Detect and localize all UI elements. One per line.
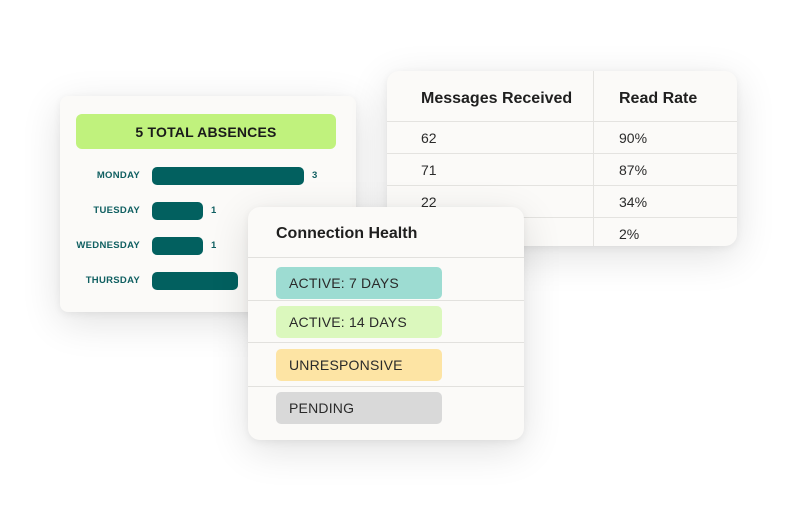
absence-bar — [152, 202, 203, 220]
day-label: WEDNESDAY — [76, 240, 140, 251]
status-pill-unresponsive[interactable]: UNRESPONSIVE — [276, 349, 442, 381]
divider — [248, 386, 524, 387]
stage: 5 TOTAL ABSENCES MONDAY 3 TUESDAY 1 WEDNESDA… — [0, 0, 800, 515]
absence-count: 1 — [211, 240, 217, 251]
table-row: 71 87% — [387, 154, 737, 186]
status-pill-pending[interactable]: PENDING — [276, 392, 442, 424]
absence-count: 1 — [211, 205, 217, 216]
messages-received-cell: 71 — [387, 154, 594, 185]
table-row: 62 90% — [387, 122, 737, 154]
bar-row-monday: MONDAY 3 — [60, 167, 356, 187]
total-absences-banner: 5 TOTAL ABSENCES — [76, 114, 336, 149]
divider — [248, 300, 524, 301]
read-rate-cell: 34% — [619, 193, 648, 210]
divider — [248, 257, 524, 258]
absence-bar — [152, 167, 304, 185]
connection-health-title: Connection Health — [276, 225, 418, 242]
read-rate-cell: 87% — [619, 161, 648, 178]
day-label: TUESDAY — [93, 205, 140, 216]
read-rate-cell: 2% — [619, 225, 640, 242]
day-label: THURSDAY — [85, 275, 140, 286]
absence-bar — [152, 237, 203, 255]
absence-bar — [152, 272, 238, 290]
column-header-read-rate[interactable]: Read Rate — [594, 71, 737, 121]
divider — [248, 342, 524, 343]
read-rate-cell: 90% — [619, 129, 648, 146]
table-header-row: Messages Received Read Rate — [387, 71, 737, 122]
absence-count: 3 — [312, 170, 318, 181]
column-header-messages-received[interactable]: Messages Received — [387, 71, 594, 121]
status-pill-active-7-days[interactable]: ACTIVE: 7 DAYS — [276, 267, 442, 299]
status-pill-active-14-days[interactable]: ACTIVE: 14 DAYS — [276, 306, 442, 338]
connection-health-card: Connection Health ACTIVE: 7 DAYS ACTIVE:… — [248, 207, 524, 440]
day-label: MONDAY — [96, 170, 140, 181]
messages-received-cell: 62 — [387, 122, 594, 153]
